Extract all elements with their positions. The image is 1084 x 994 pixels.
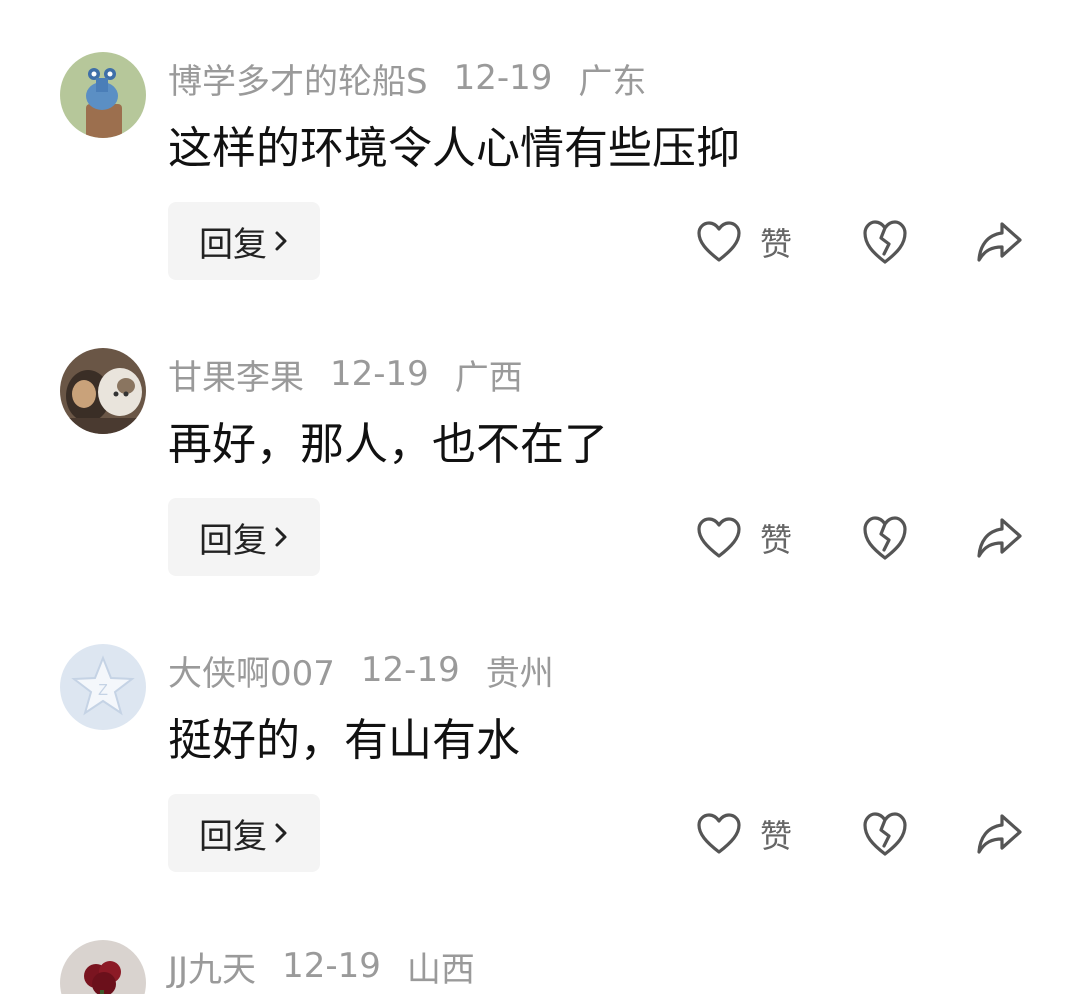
snail-plant-avatar-icon: [60, 52, 146, 138]
reply-label: 回复: [199, 224, 267, 265]
like-label: 赞: [760, 817, 793, 855]
comment-date: 12-19: [330, 354, 429, 394]
svg-text:Z: Z: [98, 682, 108, 699]
username[interactable]: 博学多才的轮船S: [168, 54, 428, 103]
share-icon[interactable]: [974, 216, 1024, 268]
avatar[interactable]: Z: [60, 644, 146, 730]
reply-button[interactable]: 回复: [168, 498, 320, 576]
comment-text: 再好，那人，也不在了: [168, 419, 608, 470]
like-button[interactable]: 赞: [696, 512, 792, 564]
like-label: 赞: [760, 521, 793, 559]
like-button[interactable]: 赞: [696, 216, 792, 268]
comment-location: 贵州: [485, 653, 554, 694]
comment-date: 12-19: [360, 650, 460, 690]
share-icon[interactable]: [974, 512, 1024, 564]
comment-date: 12-19: [453, 58, 553, 98]
heart-outline-icon: [696, 516, 742, 560]
like-label: 赞: [760, 225, 793, 263]
avatar[interactable]: [60, 348, 146, 434]
comment-item: 甘果李果 12-19 广西 再好，那人，也不在了 回复 赞: [0, 296, 1084, 592]
broken-heart-icon[interactable]: [862, 216, 908, 268]
avatar[interactable]: [60, 940, 146, 994]
comment-meta: 博学多才的轮船S 12-19 广东: [168, 54, 647, 103]
reply-label: 回复: [199, 816, 267, 857]
comment-item: Z 大侠啊007 12-19 贵州 挺好的，有山有水 回复 赞: [0, 592, 1084, 888]
default-star-avatar-icon: Z: [60, 644, 146, 730]
comment-location: 广东: [578, 61, 647, 102]
comment-text: 挺好的，有山有水: [168, 715, 520, 766]
username[interactable]: 甘果李果: [168, 350, 304, 399]
broken-heart-icon[interactable]: [862, 512, 908, 564]
username[interactable]: 大侠啊007: [168, 646, 335, 695]
comment-meta: 大侠啊007 12-19 贵州: [168, 646, 554, 695]
reply-button[interactable]: 回复: [168, 202, 320, 280]
reply-button[interactable]: 回复: [168, 794, 320, 872]
share-icon[interactable]: [974, 808, 1024, 860]
heart-outline-icon: [696, 220, 742, 264]
comment-date: 12-19: [282, 946, 381, 986]
chevron-right-icon: [273, 821, 289, 845]
chevron-right-icon: [273, 525, 289, 549]
comment-meta: 甘果李果 12-19 广西: [168, 350, 523, 399]
avatar[interactable]: [60, 52, 146, 138]
comment-item: JJ九天 12-19 山西: [0, 888, 1084, 994]
comment-location: 广西: [454, 357, 523, 398]
heart-outline-icon: [696, 812, 742, 856]
like-button[interactable]: 赞: [696, 808, 792, 860]
comment-item: 博学多才的轮船S 12-19 广东 这样的环境令人心情有些压抑 回复 赞: [0, 0, 1084, 296]
cats-photo-avatar-icon: [60, 348, 146, 434]
username[interactable]: JJ九天: [168, 942, 256, 991]
comment-text: 这样的环境令人心情有些压抑: [168, 123, 740, 174]
reply-label: 回复: [199, 520, 267, 561]
broken-heart-icon[interactable]: [862, 808, 908, 860]
comment-location: 山西: [406, 949, 475, 990]
chevron-right-icon: [273, 229, 289, 253]
flower-photo-avatar-icon: [60, 940, 146, 994]
comment-meta: JJ九天 12-19 山西: [168, 942, 475, 991]
